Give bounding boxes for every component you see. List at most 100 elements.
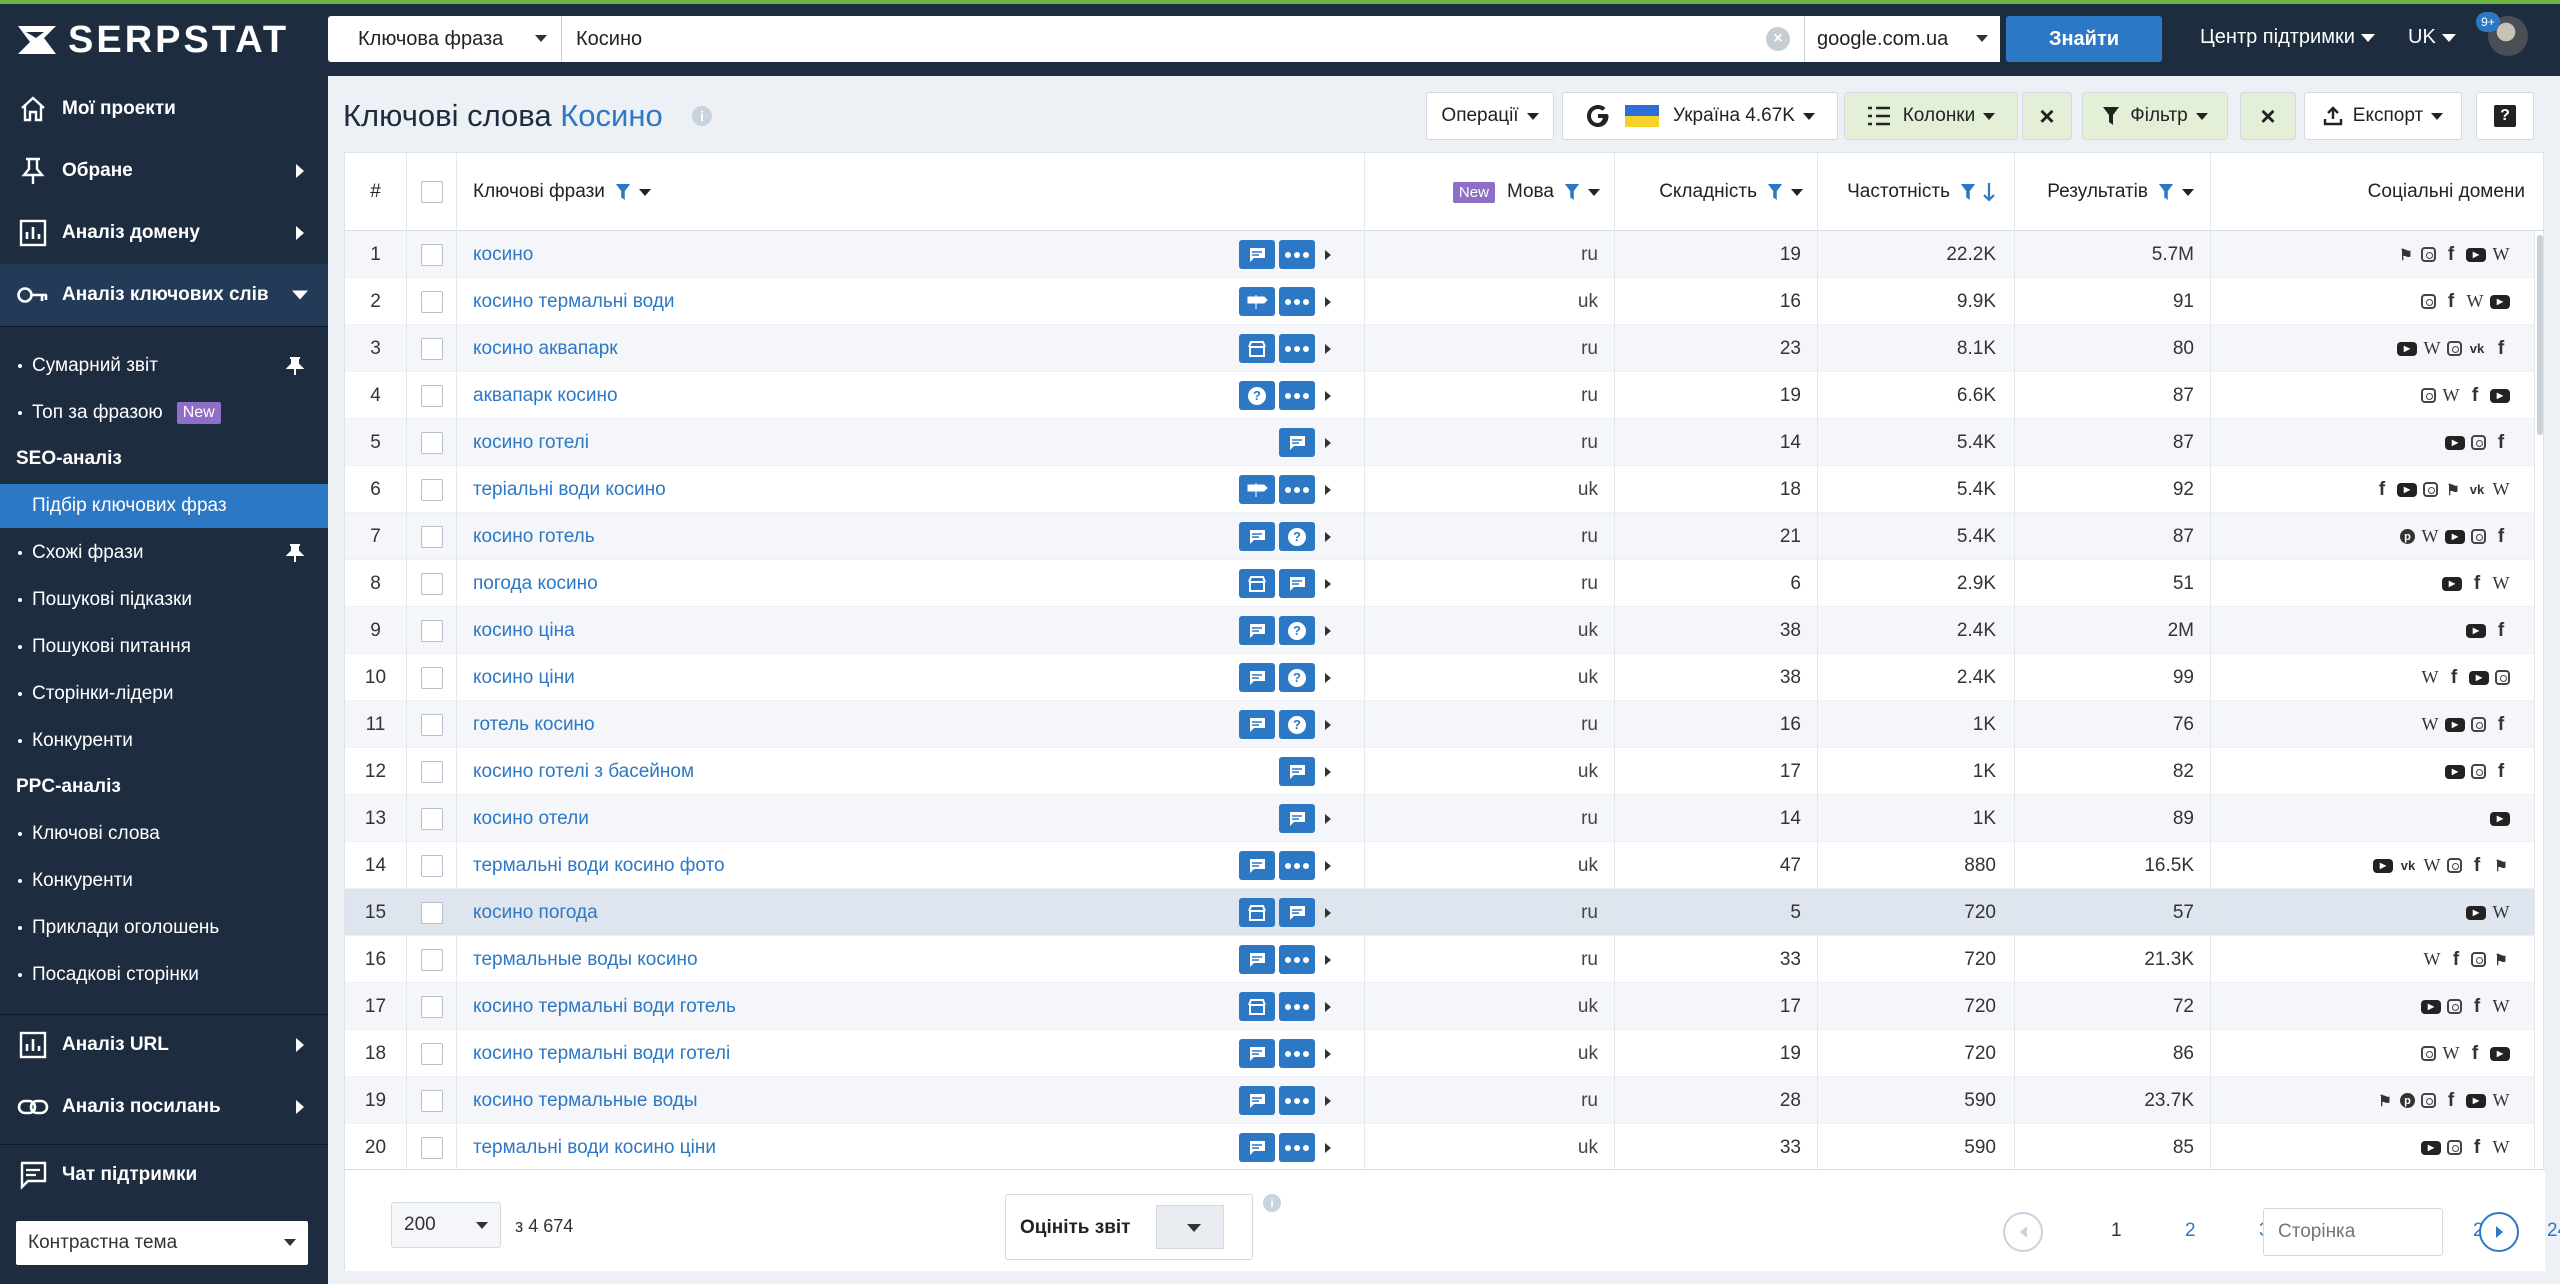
expand-arrow-icon[interactable] (1325, 343, 1331, 354)
chat-feature-icon[interactable] (1279, 898, 1315, 927)
instagram-icon[interactable] (2421, 1093, 2436, 1108)
wikipedia-icon[interactable]: W (2421, 667, 2439, 687)
facebook-icon[interactable]: f (2468, 1137, 2486, 1158)
facebook-icon[interactable]: f (2492, 526, 2510, 547)
flag-icon[interactable]: ⚑ (2376, 1092, 2394, 1110)
wikipedia-icon[interactable]: W (2492, 479, 2510, 499)
info-icon[interactable]: i (692, 106, 712, 126)
sidebar-item-keyword-analysis[interactable]: Аналіз ключових слів (0, 264, 328, 326)
more-options-icon[interactable] (1279, 992, 1315, 1021)
pinterest-icon[interactable]: p (2400, 1093, 2415, 1108)
keyword-link[interactable]: косино готелі (473, 432, 589, 454)
wikipedia-icon[interactable]: W (2492, 902, 2510, 922)
sidebar-item-similar-phrases[interactable]: Схожі фрази (0, 531, 328, 575)
more-options-icon[interactable] (1279, 334, 1315, 363)
wikipedia-icon[interactable]: W (2421, 714, 2439, 734)
more-options-icon[interactable] (1279, 240, 1315, 269)
expand-arrow-icon[interactable] (1325, 484, 1331, 495)
facebook-icon[interactable]: f (2492, 761, 2510, 782)
pin-icon[interactable] (286, 543, 304, 563)
instagram-icon[interactable] (2447, 341, 2462, 356)
more-options-icon[interactable] (1279, 381, 1315, 410)
wikipedia-icon[interactable]: W (2492, 573, 2510, 593)
filter-button[interactable]: Фільтр (2082, 92, 2228, 140)
shop-feature-icon[interactable] (1239, 992, 1275, 1021)
row-checkbox[interactable] (420, 525, 443, 548)
youtube-icon[interactable]: ▶ (2445, 764, 2465, 779)
chat-feature-icon[interactable] (1239, 522, 1275, 551)
instagram-icon[interactable] (2421, 1046, 2436, 1061)
chat-feature-icon[interactable] (1239, 1133, 1275, 1162)
region-select[interactable]: Україна 4.67K (1562, 92, 1838, 140)
expand-arrow-icon[interactable] (1325, 625, 1331, 636)
keyword-link[interactable]: косино ціна (473, 620, 575, 642)
operations-button[interactable]: Операції (1426, 92, 1554, 140)
expand-arrow-icon[interactable] (1325, 860, 1331, 871)
expand-arrow-icon[interactable] (1325, 296, 1331, 307)
page-link[interactable]: 24 (2547, 1220, 2560, 1242)
table-row[interactable]: 11 готель косино ? ru 16 1K 76 W ▶ f (345, 701, 2535, 748)
instagram-icon[interactable] (2471, 435, 2486, 450)
facebook-icon[interactable]: f (2492, 714, 2510, 735)
row-checkbox[interactable] (420, 1042, 443, 1065)
facebook-icon[interactable]: f (2492, 620, 2510, 641)
row-checkbox[interactable] (420, 290, 443, 313)
caret-down-icon[interactable] (2182, 188, 2194, 196)
sidebar-item-top-by-phrase[interactable]: Топ за фразою New (0, 391, 328, 435)
caret-down-icon[interactable] (1791, 188, 1803, 196)
table-row[interactable]: 17 косино термальні води готель uk 17 72… (345, 983, 2535, 1030)
expand-arrow-icon[interactable] (1325, 1095, 1331, 1106)
row-checkbox[interactable] (420, 760, 443, 783)
keyword-link[interactable]: косино (473, 244, 533, 266)
youtube-icon[interactable]: ▶ (2373, 858, 2393, 873)
page-link[interactable]: 2 (2185, 1220, 2196, 1242)
more-options-icon[interactable] (1279, 851, 1315, 880)
row-checkbox[interactable] (420, 337, 443, 360)
row-checkbox[interactable] (420, 478, 443, 501)
table-row[interactable]: 12 косино готелі з басейном uk 17 1K 82 … (345, 748, 2535, 795)
shop-feature-icon[interactable] (1239, 569, 1275, 598)
facebook-icon[interactable]: f (2468, 855, 2486, 876)
table-row[interactable]: 20 термальні води косино ціни uk 33 590 … (345, 1124, 2535, 1171)
expand-arrow-icon[interactable] (1325, 1048, 1331, 1059)
youtube-icon[interactable]: ▶ (2490, 1046, 2510, 1061)
instagram-icon[interactable] (2421, 388, 2436, 403)
sidebar-item-search-questions[interactable]: Пошукові питання (0, 625, 328, 669)
sidebar-item-favorites[interactable]: Обране (0, 140, 328, 202)
sort-desc-icon[interactable] (1982, 182, 1996, 202)
wikipedia-icon[interactable]: W (2492, 244, 2510, 264)
expand-arrow-icon[interactable] (1325, 813, 1331, 824)
wikipedia-icon[interactable]: W (2492, 1090, 2510, 1110)
facebook-icon[interactable]: f (2447, 949, 2465, 970)
keyword-link[interactable]: косино термальні води готелі (473, 1043, 730, 1065)
facebook-icon[interactable]: f (2466, 1043, 2484, 1064)
instagram-icon[interactable] (2447, 858, 2462, 873)
sidebar-item-projects[interactable]: Мої проекти (0, 78, 328, 140)
expand-arrow-icon[interactable] (1325, 672, 1331, 683)
sidebar-item-ppc-keywords[interactable]: Ключові слова (0, 812, 328, 856)
chat-feature-icon[interactable] (1239, 1039, 1275, 1068)
chat-feature-icon[interactable] (1279, 804, 1315, 833)
row-checkbox[interactable] (420, 1136, 443, 1159)
table-row[interactable]: 9 косино ціна ? uk 38 2.4K 2M ▶ f (345, 607, 2535, 654)
keyword-link[interactable]: косино отели (473, 808, 589, 830)
expand-arrow-icon[interactable] (1325, 766, 1331, 777)
scrollbar[interactable] (2537, 235, 2543, 435)
filter-icon[interactable] (615, 183, 631, 201)
youtube-icon[interactable]: ▶ (2490, 294, 2510, 309)
flag-icon[interactable]: ⚑ (2397, 246, 2415, 264)
page-link[interactable]: 1 (2111, 1220, 2122, 1242)
theme-select[interactable]: Контрастна тема (16, 1221, 308, 1265)
table-row[interactable]: 5 косино готелі ru 14 5.4K 87 ▶ f (345, 419, 2535, 466)
keyword-link[interactable]: косино термальні води готель (473, 996, 736, 1018)
table-row[interactable]: 3 косино аквапарк ru 23 8.1K 80 ▶ Wvk f (345, 325, 2535, 372)
filter-icon[interactable] (2158, 183, 2174, 201)
keyword-link[interactable]: термальні води косино ціни (473, 1137, 716, 1159)
table-row[interactable]: 13 косино отели ru 14 1K 89 ▶ (345, 795, 2535, 842)
instagram-icon[interactable] (2471, 529, 2486, 544)
expand-arrow-icon[interactable] (1325, 1142, 1331, 1153)
instagram-icon[interactable] (2421, 247, 2436, 262)
table-row[interactable]: 16 термальные воды косино ru 33 720 21.3… (345, 936, 2535, 983)
sidebar-item-domain-analysis[interactable]: Аналіз домену (0, 202, 328, 264)
row-checkbox[interactable] (420, 666, 443, 689)
